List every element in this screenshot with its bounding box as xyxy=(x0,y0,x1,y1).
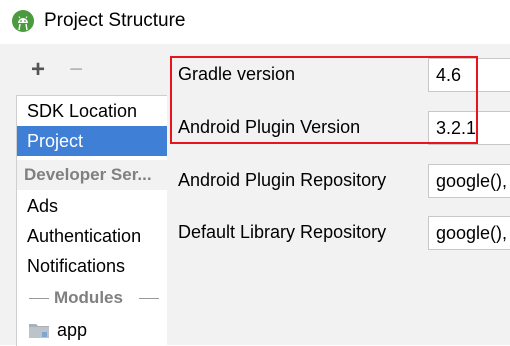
modules-header: Modules xyxy=(54,288,123,307)
sidebar-header-developer-services: Developer Ser... xyxy=(17,160,168,190)
sidebar-item-authentication[interactable]: Authentication xyxy=(17,221,168,251)
modules-separator: Modules xyxy=(17,285,168,311)
folder-icon xyxy=(29,324,49,338)
default-library-repository-label: Default Library Repository xyxy=(178,222,387,242)
add-button[interactable]: + xyxy=(28,58,48,82)
sidebar-item-ads[interactable]: Ads xyxy=(17,191,168,221)
gradle-version-label: Gradle version xyxy=(178,64,296,84)
title-bar: Project Structure xyxy=(0,0,510,45)
sidebar-item-app[interactable]: app xyxy=(57,317,87,343)
android-plugin-version-field[interactable]: 3.2.1 xyxy=(428,111,510,145)
gradle-version-field[interactable]: 4.6 xyxy=(428,58,510,92)
remove-button[interactable]: − xyxy=(66,58,86,82)
default-library-repository-field[interactable]: google(), xyxy=(428,216,510,250)
window-title: Project Structure xyxy=(44,10,186,31)
sidebar-item-project[interactable]: Project xyxy=(17,126,168,156)
sidebar-item-sdk-location[interactable]: SDK Location xyxy=(17,96,168,126)
android-plugin-repository-field[interactable]: google(), xyxy=(428,164,510,198)
android-plugin-version-label: Android Plugin Version xyxy=(178,117,361,137)
sidebar: + − SDK Location Project Developer Ser..… xyxy=(0,44,168,346)
android-plugin-repository-label: Android Plugin Repository xyxy=(178,170,387,190)
sidebar-item-notifications[interactable]: Notifications xyxy=(17,251,168,281)
project-settings-panel: Gradle version 4.6 Android Plugin Versio… xyxy=(167,44,510,345)
android-studio-icon xyxy=(12,10,34,32)
sidebar-list: SDK Location Project Developer Ser... Ad… xyxy=(16,95,168,346)
